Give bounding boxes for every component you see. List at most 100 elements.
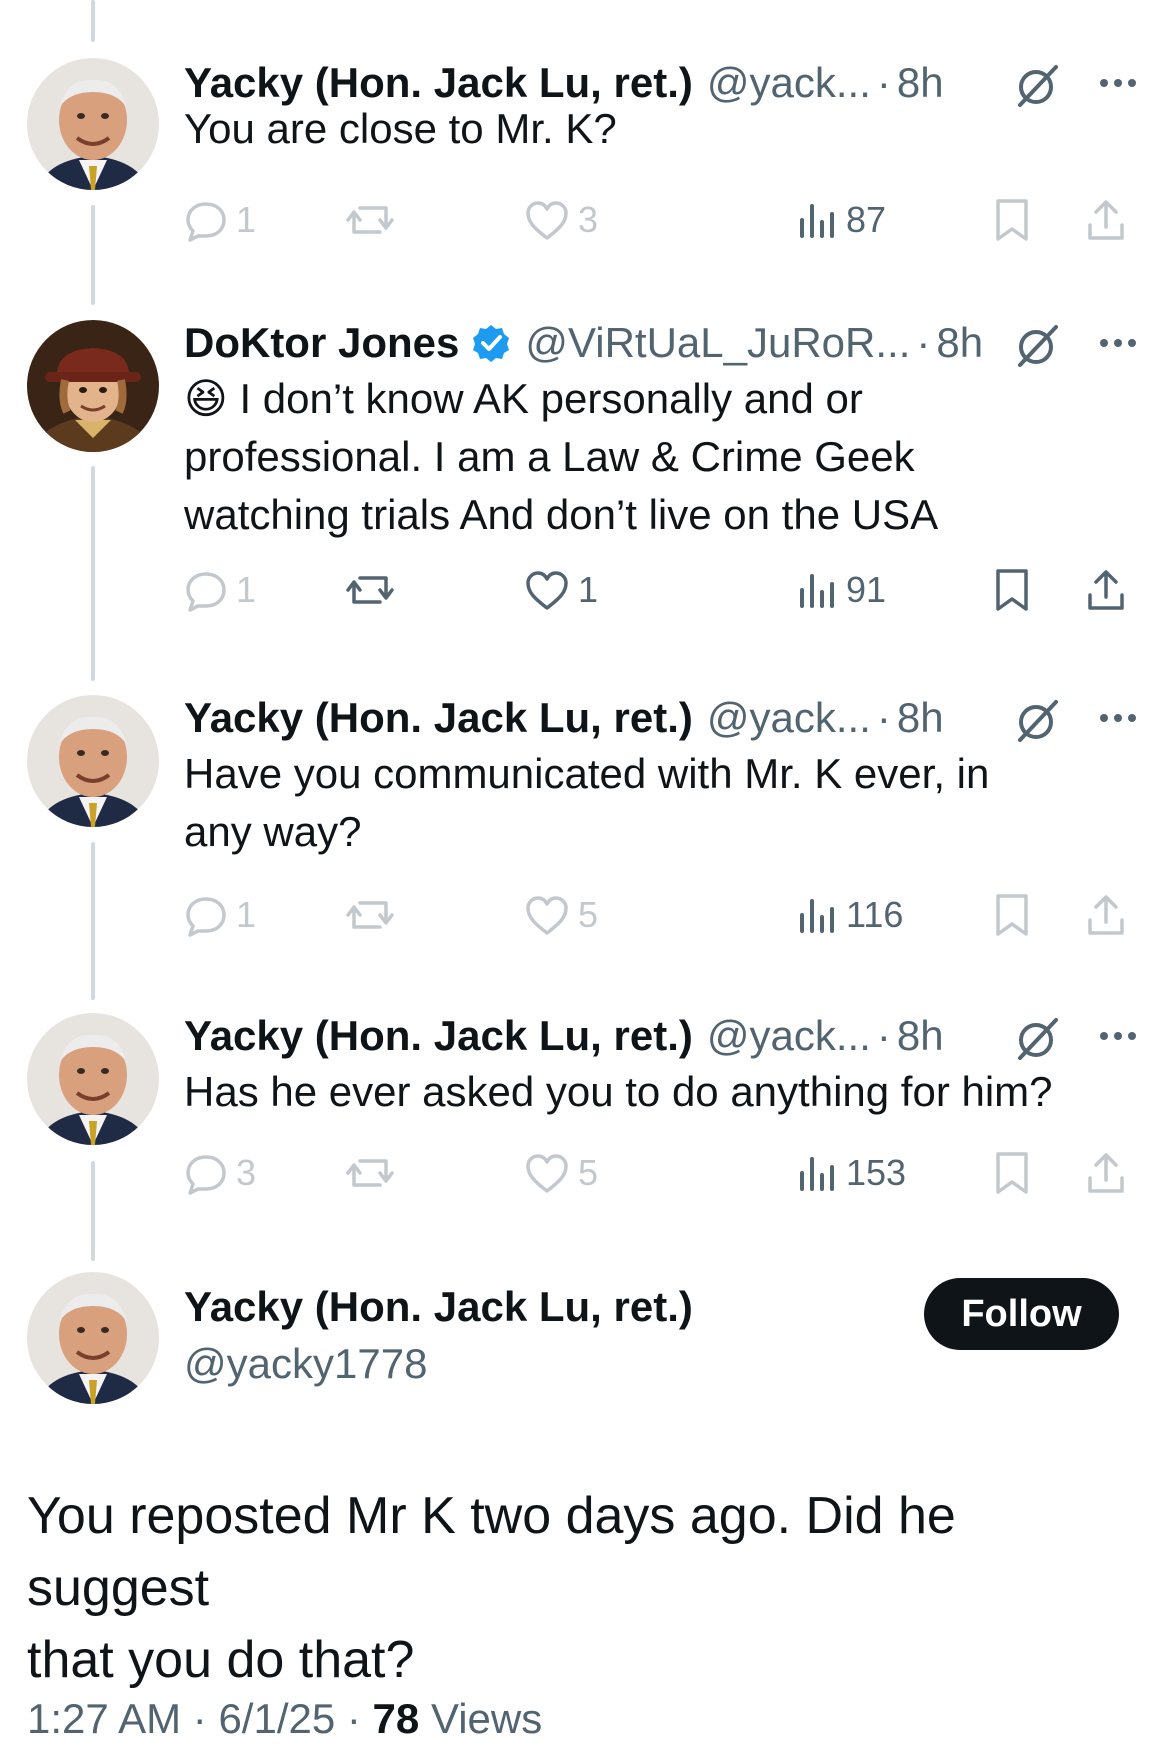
reply-icon xyxy=(186,202,226,242)
avatar-doktor-image xyxy=(27,320,159,452)
timestamp[interactable]: 8h xyxy=(936,319,983,367)
post-time[interactable]: 1:27 AM xyxy=(27,1695,181,1742)
views-count: 91 xyxy=(846,569,887,610)
separator-dot: · xyxy=(876,694,891,741)
views-button[interactable]: 153 xyxy=(794,1143,906,1203)
tweet-text: Has he ever asked you to do anything for… xyxy=(184,1063,1053,1121)
views-button[interactable]: 116 xyxy=(794,885,903,945)
follow-button[interactable]: Follow xyxy=(924,1278,1119,1350)
repost-button[interactable] xyxy=(344,885,404,945)
grok-icon[interactable] xyxy=(1012,321,1062,371)
share-button[interactable] xyxy=(1084,560,1128,620)
tweet-actions: 1 5 116 xyxy=(184,885,1144,945)
bookmark-button[interactable] xyxy=(992,560,1032,620)
avatar-yacky-image xyxy=(27,58,159,190)
reply-count: 3 xyxy=(236,1152,257,1193)
reply-count: 1 xyxy=(236,199,257,240)
author-name[interactable]: DoKtor Jones xyxy=(184,319,459,367)
tweet-text: 😆 I don’t know AK personally and or prof… xyxy=(184,370,938,544)
share-button[interactable] xyxy=(1084,1143,1128,1203)
author-handle[interactable]: @ViRtUaL_JuRoR... xyxy=(525,319,910,367)
author-handle[interactable]: @yack... xyxy=(707,694,871,742)
reply-icon xyxy=(186,572,226,612)
like-button[interactable]: 5 xyxy=(524,885,598,945)
more-icon[interactable] xyxy=(1096,63,1140,103)
thread-tweet[interactable]: Yacky (Hon. Jack Lu, ret.) @yack... · 8h… xyxy=(0,1008,1170,1208)
bookmark-button[interactable] xyxy=(992,1143,1032,1203)
reply-icon xyxy=(186,897,226,937)
reply-button[interactable]: 1 xyxy=(184,190,256,250)
separator-dot: · xyxy=(346,1695,373,1742)
repost-icon xyxy=(346,206,394,234)
more-icon[interactable] xyxy=(1096,1016,1140,1056)
bookmark-button[interactable] xyxy=(992,885,1032,945)
main-author-name[interactable]: Yacky (Hon. Jack Lu, ret.) xyxy=(184,1283,693,1331)
tweet-text-line: any way? xyxy=(184,808,362,855)
tweet-meta: 1:27 AM · 6/1/25 · 78 Views xyxy=(27,1695,542,1743)
reply-button[interactable]: 1 xyxy=(184,885,256,945)
avatar[interactable] xyxy=(27,1272,159,1404)
thread-line xyxy=(91,0,95,42)
author-name[interactable]: Yacky (Hon. Jack Lu, ret.) xyxy=(184,1012,693,1060)
reply-icon xyxy=(186,1155,226,1195)
reply-count: 1 xyxy=(236,894,257,935)
like-button[interactable]: 5 xyxy=(524,1143,598,1203)
repost-button[interactable] xyxy=(344,560,404,620)
thread-tweet[interactable]: DoKtor Jones @ViRtUaL_JuRoR... · 8h 😆 I … xyxy=(0,315,1170,615)
share-button[interactable] xyxy=(1084,190,1128,250)
heart-icon xyxy=(526,1154,568,1193)
avatar[interactable] xyxy=(27,695,159,827)
heart-icon xyxy=(526,896,568,935)
reply-button[interactable]: 1 xyxy=(184,560,256,620)
bookmark-icon xyxy=(996,199,1028,241)
avatar[interactable] xyxy=(27,58,159,190)
avatar-yacky-image xyxy=(27,1272,159,1404)
tweet-text-line: Has he ever asked you to do anything for… xyxy=(184,1068,1053,1115)
main-author-handle[interactable]: @yacky1778 xyxy=(184,1340,427,1388)
tweet-text-line: professional. I am a Law & Crime Geek xyxy=(184,433,915,480)
tweet-actions: 3 5 153 xyxy=(184,1143,1144,1203)
like-count: 5 xyxy=(578,1152,599,1193)
tweet-text-line: watching trials And don’t live on the US… xyxy=(184,491,939,538)
separator-dot: · xyxy=(876,59,891,106)
more-icon[interactable] xyxy=(1096,698,1140,738)
repost-button[interactable] xyxy=(344,1143,404,1203)
thread-tweet[interactable]: Yacky (Hon. Jack Lu, ret.) @yack... · 8h… xyxy=(0,55,1170,255)
bookmark-icon xyxy=(996,569,1028,611)
share-icon xyxy=(1088,200,1124,240)
share-icon xyxy=(1088,570,1124,610)
views-button[interactable]: 91 xyxy=(794,560,886,620)
tweet-actions: 1 1 91 xyxy=(184,560,1144,620)
separator-dot: · xyxy=(192,1695,219,1742)
repost-button[interactable] xyxy=(344,190,404,250)
reply-count: 1 xyxy=(236,569,257,610)
grok-icon[interactable] xyxy=(1012,696,1062,746)
author-handle[interactable]: @yack... xyxy=(707,1012,871,1060)
main-tweet-text-line: You reposted Mr K two days ago. Did he s… xyxy=(27,1487,956,1617)
bookmark-button[interactable] xyxy=(992,190,1032,250)
timestamp[interactable]: 8h xyxy=(897,694,944,742)
like-button[interactable]: 1 xyxy=(524,560,598,620)
grok-icon[interactable] xyxy=(1012,1014,1062,1064)
like-button[interactable]: 3 xyxy=(524,190,598,250)
avatar[interactable] xyxy=(27,1013,159,1145)
tweet-text-line: 😆 I don’t know AK personally and or xyxy=(184,370,938,428)
reply-button[interactable]: 3 xyxy=(184,1143,256,1203)
repost-icon xyxy=(346,1159,394,1187)
separator-dot: · xyxy=(876,1012,891,1059)
post-date[interactable]: 6/1/25 xyxy=(218,1695,335,1742)
share-button[interactable] xyxy=(1084,885,1128,945)
bookmark-icon xyxy=(996,894,1028,936)
author-handle[interactable]: @yack... xyxy=(707,59,871,107)
more-icon[interactable] xyxy=(1096,323,1140,363)
share-icon xyxy=(1088,895,1124,935)
timestamp[interactable]: 8h xyxy=(897,1012,944,1060)
avatar[interactable] xyxy=(27,320,159,452)
timestamp[interactable]: 8h xyxy=(897,59,944,107)
author-name[interactable]: Yacky (Hon. Jack Lu, ret.) xyxy=(184,694,693,742)
views-button[interactable]: 87 xyxy=(794,190,886,250)
thread-tweet[interactable]: Yacky (Hon. Jack Lu, ret.) @yack... · 8h… xyxy=(0,690,1170,950)
laughing-emoji: 😆 xyxy=(184,375,228,422)
like-count: 5 xyxy=(578,894,599,935)
grok-icon[interactable] xyxy=(1012,61,1062,111)
